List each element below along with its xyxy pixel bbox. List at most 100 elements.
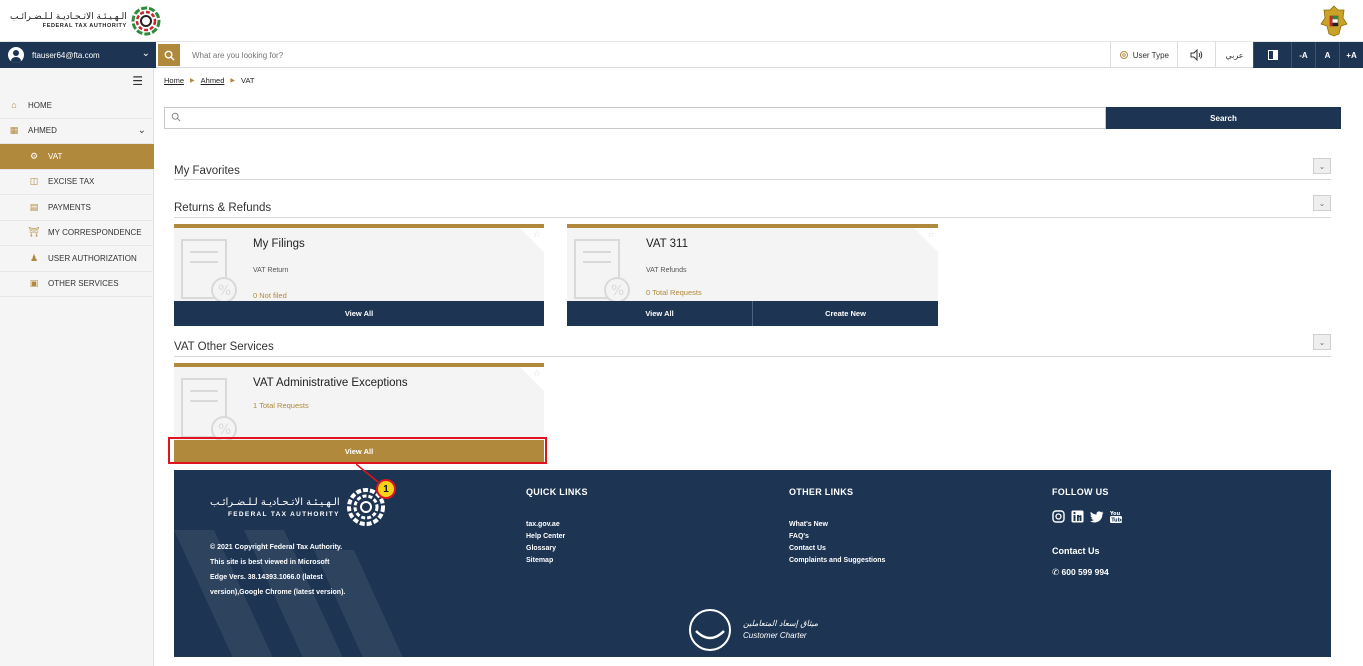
footer-link-glossary[interactable]: Glossary (526, 545, 565, 552)
search-button[interactable]: Search (1106, 107, 1341, 129)
excise-icon: ◫ (29, 176, 39, 187)
favorites-toggle-button[interactable]: ⌄ (1313, 158, 1331, 174)
youtube-icon[interactable]: YouTube (1110, 510, 1122, 523)
footer-link-whats-new[interactable]: What's New (789, 521, 885, 528)
social-links: YouTube (1052, 510, 1122, 523)
uae-emblem-icon (1320, 5, 1348, 37)
footer-link-tax-gov[interactable]: tax.gov.ae (526, 521, 565, 528)
service-search-input[interactable] (164, 107, 1106, 129)
card-title: VAT Administrative Exceptions (253, 377, 408, 389)
fta-emblem-icon (131, 6, 161, 36)
sidebar-item-ahmed[interactable]: ▦ AHMED ⌄ (0, 119, 154, 144)
fta-logo[interactable]: الـهـيـئـة الاتـحـاديـة لـلـضـرائـب FEDE… (10, 5, 161, 37)
language-label: عربي (1225, 50, 1244, 60)
font-increase-button[interactable]: +A (1339, 42, 1363, 68)
footer: الـهـيـئـة الاتـحـاديـة لـلـضـرائـب FEDE… (174, 470, 1331, 657)
top-header: الـهـيـئـة الاتـحـاديـة لـلـضـرائـب FEDE… (0, 0, 1363, 42)
breadcrumb: Home ▶ Ahmed ▶ VAT (164, 76, 255, 85)
my-filings-view-all-button[interactable]: View All (174, 301, 544, 326)
sidebar-item-excise-tax[interactable]: ◫ EXCISE TAX (0, 170, 154, 195)
card-title: My Filings (253, 238, 305, 250)
language-button[interactable]: عربي (1215, 42, 1253, 68)
font-normal-button[interactable]: A (1315, 42, 1339, 68)
my-filings-card: % ☆ My Filings VAT Return 0 Not filed Vi… (174, 224, 544, 326)
footer-link-faqs[interactable]: FAQ's (789, 533, 885, 540)
other-services-toggle-button[interactable]: ⌄ (1313, 334, 1331, 350)
logo-english-text: FEDERAL TAX AUTHORITY (42, 22, 127, 29)
returns-toggle-button[interactable]: ⌄ (1313, 195, 1331, 211)
card-title: VAT 311 (646, 238, 688, 250)
user-avatar-icon (8, 47, 24, 63)
sidebar-item-label: MY CORRESPONDENCE (48, 228, 142, 238)
search-icon (171, 112, 181, 122)
footer-logo-arabic: الـهـيـئـة الاتـحـاديـة لـلـضـرائـب (210, 496, 340, 508)
document-percent-icon: % (574, 239, 630, 303)
speaker-icon (1190, 49, 1202, 61)
breadcrumb-home[interactable]: Home (164, 76, 184, 85)
card-subtitle: VAT Refunds (646, 267, 687, 274)
sidebar: ☰ ⌂ HOME ▦ AHMED ⌄ ⚙ VAT ◫ EXCISE TAX ▤ … (0, 68, 154, 666)
favorite-star-icon[interactable]: ☆ (533, 368, 541, 379)
customer-charter-link[interactable]: ميثاق إسعاد المتعاملين Customer Charter (682, 607, 818, 653)
search-icon (164, 50, 175, 61)
sidebar-item-home[interactable]: ⌂ HOME (0, 93, 154, 119)
contrast-button[interactable] (1253, 42, 1291, 68)
smile-logo-icon (689, 609, 731, 651)
sidebar-item-label: AHMED (28, 126, 57, 136)
quick-links-list: tax.gov.ae Help Center Glossary Sitemap (526, 521, 565, 564)
section-title-other-services: VAT Other Services (174, 341, 274, 353)
divider (174, 179, 1331, 180)
sidebar-item-my-correspondence[interactable]: ⛩ MY CORRESPONDENCE (0, 221, 154, 246)
vat-icon: ⚙ (29, 150, 39, 161)
contact-us-heading: Contact Us (1052, 546, 1100, 556)
sidebar-item-other-services[interactable]: ▣ OTHER SERVICES (0, 272, 154, 297)
sidebar-item-label: EXCISE TAX (48, 177, 95, 187)
favorite-star-icon[interactable]: ☆ (927, 229, 935, 240)
breadcrumb-user[interactable]: Ahmed (201, 76, 225, 85)
favorite-star-icon[interactable]: ☆ (533, 229, 541, 240)
twitter-icon[interactable] (1090, 510, 1104, 523)
contrast-icon (1267, 50, 1278, 60)
audio-button[interactable] (1177, 42, 1215, 68)
user-account-menu[interactable]: ftauser64@fta.com ⌄ (0, 42, 156, 68)
highlight-box (168, 437, 547, 464)
sidebar-item-label: OTHER SERVICES (48, 279, 119, 289)
linkedin-icon[interactable] (1071, 510, 1084, 523)
user-email: ftauser64@fta.com (32, 50, 100, 60)
sidebar-nav: ⌂ HOME ▦ AHMED ⌄ ⚙ VAT ◫ EXCISE TAX ▤ PA… (0, 93, 154, 297)
toolbar: ftauser64@fta.com ⌄ User Type عربي (0, 42, 1363, 68)
instagram-icon[interactable] (1052, 510, 1065, 523)
svg-text:Tube: Tube (1111, 518, 1122, 524)
user-type-label: User Type (1132, 50, 1169, 60)
font-decrease-button[interactable]: -A (1291, 42, 1315, 68)
hamburger-menu-icon[interactable]: ☰ (132, 74, 143, 88)
phone-icon: ✆ (1052, 567, 1060, 577)
sidebar-item-user-authorization[interactable]: ♟ USER AUTHORIZATION (0, 246, 154, 272)
sidebar-item-label: VAT (48, 151, 63, 161)
charter-english: Customer Charter (743, 631, 807, 640)
footer-link-sitemap[interactable]: Sitemap (526, 557, 565, 564)
footer-logo: الـهـيـئـة الاتـحـاديـة لـلـضـرائـب FEDE… (210, 487, 386, 527)
breadcrumb-current: VAT (241, 76, 255, 85)
sidebar-item-vat[interactable]: ⚙ VAT (0, 144, 154, 170)
home-icon: ⌂ (11, 100, 17, 111)
charter-arabic: ميثاق إسعاد المتعاملين (743, 619, 819, 628)
payments-icon: ▤ (29, 201, 39, 212)
logo-arabic-text: الـهـيـئـة الاتـحـاديـة لـلـضـرائـب (10, 11, 127, 22)
divider (174, 217, 1331, 218)
phone-number[interactable]: ✆ 600 599 994 (1052, 567, 1109, 578)
footer-link-contact-us[interactable]: Contact Us (789, 545, 885, 552)
sidebar-item-payments[interactable]: ▤ PAYMENTS (0, 195, 154, 221)
footer-logo-english: FEDERAL TAX AUTHORITY (228, 510, 340, 518)
svg-text:%: % (218, 422, 231, 438)
footer-link-complaints[interactable]: Complaints and Suggestions (789, 557, 885, 564)
global-search-button[interactable] (158, 44, 180, 66)
user-type-button[interactable]: User Type (1109, 42, 1177, 68)
follow-us-heading: FOLLOW US (1052, 487, 1109, 497)
vat-311-create-new-button[interactable]: Create New (752, 301, 938, 326)
footer-link-help-center[interactable]: Help Center (526, 533, 565, 540)
global-search-input[interactable] (184, 42, 684, 68)
vat-311-view-all-button[interactable]: View All (567, 301, 752, 326)
divider (174, 356, 1331, 357)
vat-311-card: % ☆ VAT 311 VAT Refunds 0 Total Requests… (567, 224, 938, 326)
